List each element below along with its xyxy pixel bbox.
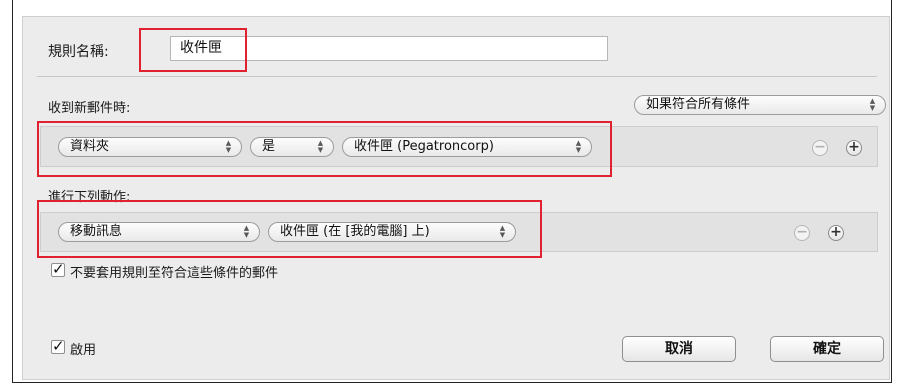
highlight-box-rule-name xyxy=(139,28,247,72)
checkmark-icon: ✓ xyxy=(52,337,65,355)
rule-name-label: 規則名稱: xyxy=(48,44,109,60)
plus-circle-icon: + xyxy=(830,224,842,240)
enable-checkbox[interactable]: ✓ xyxy=(51,337,65,355)
divider xyxy=(37,76,877,77)
enable-label: 啟用 xyxy=(70,343,97,358)
conditions-heading: 收到新郵件時: xyxy=(48,101,131,116)
match-mode-popup[interactable]: 如果符合所有條件 ▲ ▼ xyxy=(634,95,886,115)
checkmark-icon: ✓ xyxy=(52,260,65,278)
ok-button[interactable]: 確定 xyxy=(770,336,884,362)
add-condition-button[interactable]: + xyxy=(846,140,862,156)
remove-condition-button[interactable]: − xyxy=(812,140,828,156)
minus-circle-icon: − xyxy=(796,224,808,240)
cancel-button[interactable]: 取消 xyxy=(622,336,736,362)
highlight-box-action xyxy=(37,200,542,258)
plus-circle-icon: + xyxy=(848,139,860,155)
highlight-box-condition xyxy=(37,121,612,177)
add-action-button[interactable]: + xyxy=(828,225,844,241)
up-down-chevron-icon: ▲ ▼ xyxy=(869,97,876,112)
minus-circle-icon: − xyxy=(814,139,826,155)
dont-apply-label: 不要套用規則至符合這些條件的郵件 xyxy=(70,266,279,281)
dont-apply-checkbox[interactable]: ✓ xyxy=(51,260,65,278)
match-mode-value: 如果符合所有條件 xyxy=(646,97,751,112)
remove-action-button[interactable]: − xyxy=(794,225,810,241)
